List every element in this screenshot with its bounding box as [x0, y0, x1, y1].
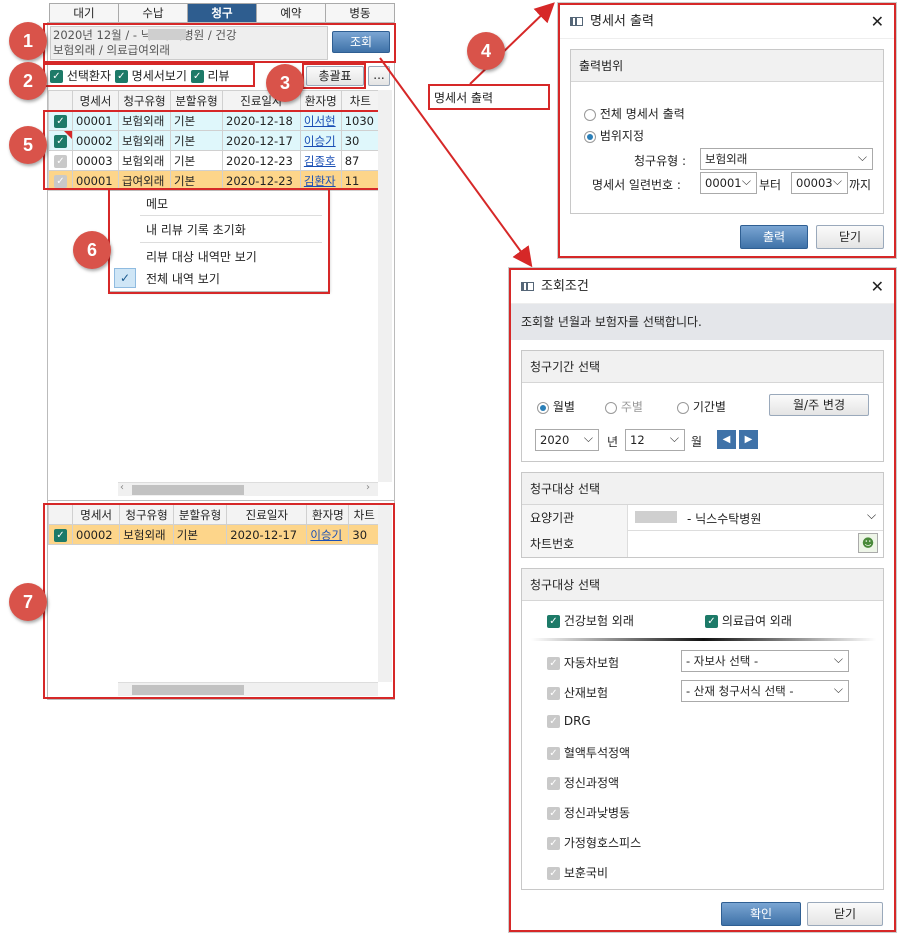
radio-range-label: 범위지정: [599, 129, 644, 143]
window-icon: [570, 17, 583, 26]
window-icon: [521, 282, 534, 291]
medical-aid-label: 의료급여 외래: [721, 614, 792, 628]
confirm-button[interactable]: 확인: [721, 902, 801, 926]
serial-from-select[interactable]: 00001: [700, 171, 757, 194]
query-dialog-titlebar: 조회조건 ✕: [511, 270, 894, 304]
radio-weekly-label: 주별: [620, 400, 643, 414]
health-insurance-label: 건강보험 외래: [563, 614, 634, 628]
chart-number-label: 차트번호: [522, 531, 628, 557]
print-range-header: 출력범위: [571, 50, 883, 82]
radio-monthly[interactable]: 월별: [537, 398, 575, 415]
dialysis-checkbox[interactable]: ✓ 혈액투석정액: [547, 744, 630, 761]
radio-monthly-label: 월별: [552, 400, 575, 414]
chart-number-input[interactable]: [632, 534, 850, 554]
month-select[interactable]: 12: [625, 428, 685, 451]
close-icon[interactable]: ✕: [871, 270, 884, 304]
serial-to-select[interactable]: 00003: [791, 171, 848, 194]
psych-daycare-checkbox[interactable]: ✓ 정신과낮병동: [547, 804, 630, 821]
serial-label: 명세서 일련번호 :: [592, 178, 681, 192]
year-select[interactable]: 2020: [535, 428, 599, 451]
next-month-button[interactable]: ▶: [739, 430, 758, 449]
print-dialog: 명세서 출력 ✕ 출력범위 전체 명세서 출력 범위지정 청구유형 : 보험외래…: [558, 3, 896, 258]
drg-checkbox[interactable]: ✓ DRG: [547, 714, 591, 728]
psych-fixed-checkbox[interactable]: ✓ 정신과정액: [547, 774, 619, 791]
dialysis-label: 혈액투석정액: [563, 746, 631, 760]
industrial-form-select[interactable]: - 산재 청구서식 선택 -: [681, 679, 849, 702]
institution-select[interactable]: - 닉스수탁병원: [687, 510, 761, 527]
radio-period-label: 기간별: [692, 400, 726, 414]
auto-insurer-select[interactable]: - 자보사 선택 -: [681, 649, 849, 672]
print-button[interactable]: 출력: [740, 225, 808, 249]
marker-3: 3: [266, 64, 304, 102]
marker-4: 4: [467, 32, 505, 70]
month-label: 월: [691, 435, 703, 449]
claim-target-header: 청구대상 선택: [522, 569, 883, 601]
marker-5: 5: [9, 126, 47, 164]
auto-insurance-label: 자동차보험: [563, 656, 620, 670]
target-header: 청구대상 선택: [522, 473, 883, 505]
industrial-checkbox[interactable]: ✓ 산재보험: [547, 684, 608, 701]
radio-range[interactable]: 범위지정: [584, 127, 644, 144]
claim-type-label: 청구유형 :: [634, 154, 687, 168]
radio-period[interactable]: 기간별: [677, 398, 726, 415]
prev-month-button[interactable]: ◀: [717, 430, 736, 449]
print-dialog-title: 명세서 출력: [590, 14, 654, 29]
chart-row: 차트번호 ☻: [522, 531, 883, 557]
radio-all-statements[interactable]: 전체 명세서 출력: [584, 105, 685, 122]
change-week-button[interactable]: 월/주 변경: [769, 394, 869, 416]
veterans-checkbox[interactable]: ✓ 보훈국비: [547, 864, 608, 881]
health-insurance-checkbox[interactable]: ✓ 건강보험 외래: [547, 612, 634, 629]
arrow-to-query-dialog: [379, 57, 533, 268]
radio-weekly[interactable]: 주별: [605, 398, 643, 415]
auto-insurance-checkbox[interactable]: ✓ 자동차보험: [547, 654, 619, 671]
industrial-label: 산재보험: [563, 686, 608, 700]
close-button[interactable]: 닫기: [816, 225, 884, 249]
patient-search-icon[interactable]: ☻: [858, 533, 878, 553]
chevron-down-icon[interactable]: ⌵: [867, 508, 876, 523]
close-button[interactable]: 닫기: [807, 902, 883, 926]
year-label: 년: [607, 435, 619, 449]
query-dialog-title: 조회조건: [541, 279, 589, 294]
psych-fixed-label: 정신과정액: [563, 776, 620, 790]
medical-aid-checkbox[interactable]: ✓ 의료급여 외래: [705, 612, 792, 629]
institution-label: 요양기관: [522, 505, 628, 531]
claim-type-select[interactable]: 보험외래: [700, 147, 873, 170]
hospice-checkbox[interactable]: ✓ 가정형호스피스: [547, 834, 641, 851]
radio-all-label: 전체 명세서 출력: [599, 107, 685, 121]
query-dialog: 조회조건 ✕ 조회할 년월과 보험자를 선택합니다. 청구기간 선택 월별 주별…: [509, 268, 896, 932]
close-icon[interactable]: ✕: [871, 5, 884, 39]
query-description-bar: 조회할 년월과 보험자를 선택합니다.: [511, 304, 894, 340]
psych-daycare-label: 정신과낮병동: [563, 806, 631, 820]
redacted-block: [635, 511, 677, 523]
hospice-label: 가정형호스피스: [563, 836, 642, 850]
marker-1: 1: [9, 22, 47, 60]
veterans-label: 보훈국비: [563, 866, 608, 880]
marker-6: 6: [73, 231, 111, 269]
query-description: 조회할 년월과 보험자를 선택합니다.: [521, 315, 702, 329]
from-label: 부터: [759, 178, 782, 192]
marker-2: 2: [9, 62, 47, 100]
divider: [531, 638, 876, 641]
drg-label: DRG: [563, 714, 591, 728]
print-dialog-titlebar: 명세서 출력 ✕: [560, 5, 894, 39]
to-label: 까지: [849, 178, 872, 192]
marker-7: 7: [9, 583, 47, 621]
period-header: 청구기간 선택: [522, 351, 883, 383]
